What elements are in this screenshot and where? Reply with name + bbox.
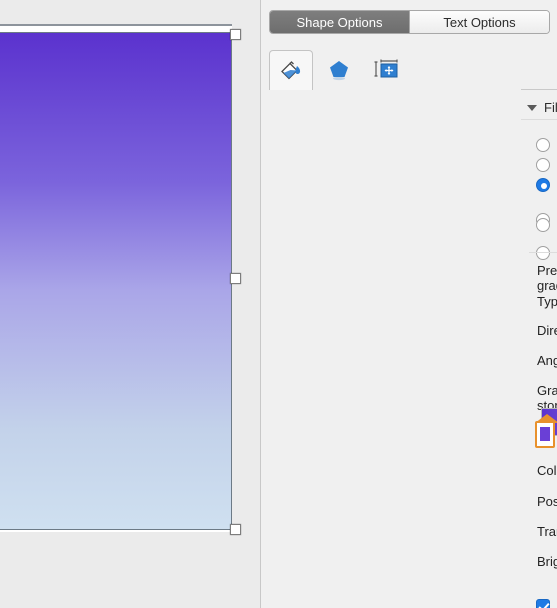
gradient-direction-label: Direction	[537, 323, 557, 338]
gradient-angle-label: Angle	[537, 353, 557, 368]
checkbox-icon-rotate-with-shape[interactable]	[536, 598, 550, 608]
size-properties-icon	[373, 57, 401, 84]
pane-tab-bar: Shape Options Text Options	[269, 10, 550, 34]
selection-handle-bottom-right[interactable]	[230, 524, 241, 535]
gradient-position-label: Position	[537, 494, 557, 509]
pane-icon-tab-strip	[269, 48, 557, 90]
slide-top-edge	[0, 24, 232, 26]
preset-gradients-label: Preset gradients	[537, 263, 557, 293]
gradient-brightness-label: Brightness	[537, 554, 557, 569]
tab-text-options[interactable]: Text Options	[409, 11, 549, 33]
gradient-transparency-label: Transparency	[537, 524, 557, 539]
fill-section-header[interactable]: Fill	[527, 100, 557, 115]
tab-shape-options[interactable]: Shape Options	[270, 11, 409, 33]
icon-tab-effects[interactable]	[317, 50, 361, 90]
icon-tab-size-and-properties[interactable]	[365, 50, 409, 90]
icon-tab-underline	[521, 89, 557, 90]
fill-section-divider	[521, 119, 557, 120]
gradient-type-label: Type	[537, 294, 557, 309]
gradient-stop-color-chip-1	[540, 427, 550, 441]
powerpoint-format-shape-window: Shape Options Text Options Fil Pre gra T…	[0, 0, 557, 608]
gradient-filled-shape[interactable]	[0, 32, 232, 530]
selection-handle-top-right[interactable]	[230, 29, 241, 40]
slide-canvas[interactable]	[0, 0, 260, 608]
paint-bucket-icon	[278, 57, 304, 84]
rotate-with-shape-option[interactable]: Rotate with shape	[536, 583, 557, 608]
fill-options-divider	[529, 252, 557, 253]
selection-handle-middle-right[interactable]	[230, 273, 241, 284]
icon-tab-fill-and-line[interactable]	[269, 50, 313, 90]
gradient-color-label: Color	[537, 463, 557, 478]
format-shape-pane: Shape Options Text Options Fil Pre gra T…	[260, 0, 557, 608]
pentagon-icon	[326, 57, 352, 84]
gradient-stop-handle-1[interactable]	[535, 414, 557, 448]
chevron-down-icon[interactable]	[527, 104, 537, 111]
fill-section-title: Fill	[544, 100, 557, 115]
